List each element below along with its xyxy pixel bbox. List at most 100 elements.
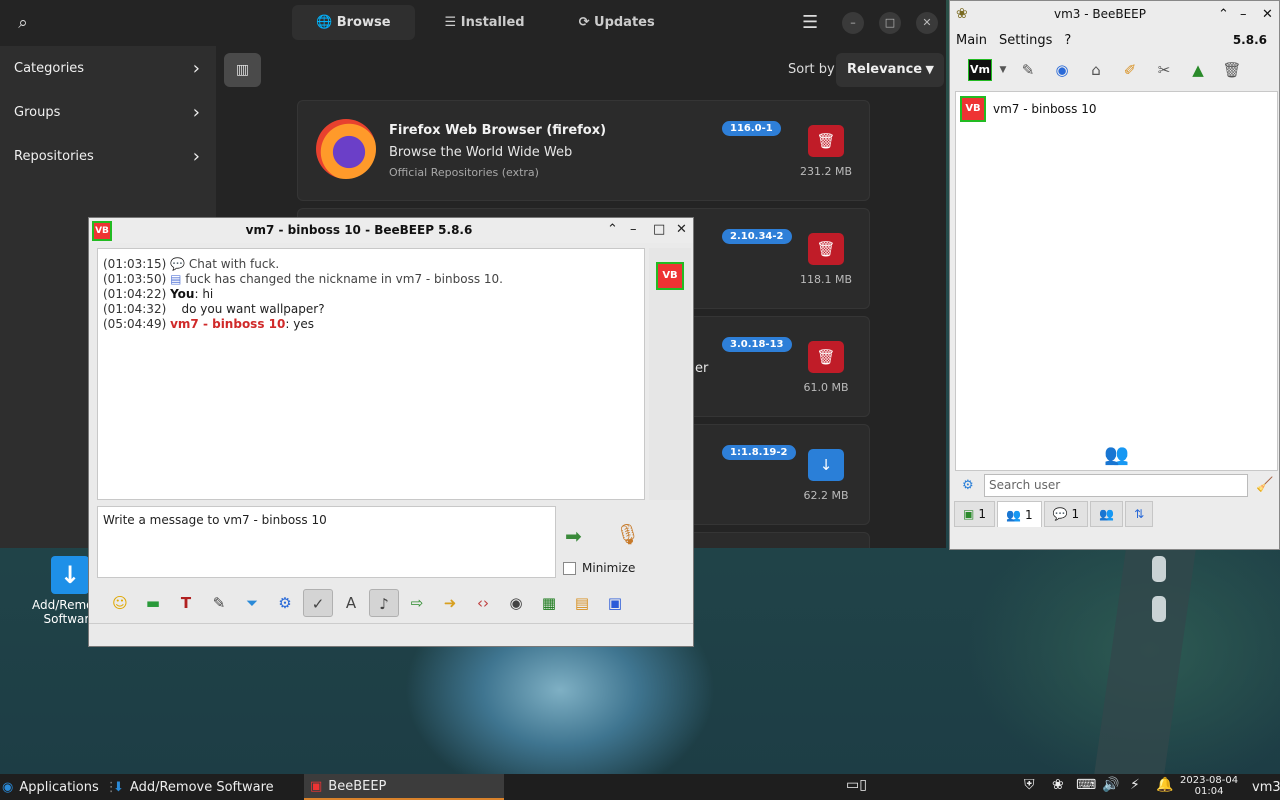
chat-log[interactable]: (01:03:15) 💬 Chat with fuck. (01:03:50) …	[97, 248, 645, 500]
install-button[interactable]: ↓	[808, 449, 844, 481]
send-file-icon[interactable]: ▬	[138, 589, 168, 617]
music-note-icon[interactable]: ♪	[369, 589, 399, 617]
code-icon[interactable]: ‹›	[468, 589, 498, 617]
camera-icon[interactable]: ◉	[501, 589, 531, 617]
message-input[interactable]: Write a message to vm7 - binboss 10	[97, 506, 556, 578]
view-tabs: 🌐 Browse ☰ Installed ⟳ Updates	[292, 5, 679, 40]
download-icon: ↓	[51, 556, 89, 594]
power-icon[interactable]: ⚡	[1130, 777, 1140, 793]
search-input[interactable]: Search user	[984, 474, 1248, 497]
gear-icon[interactable]: ⚙	[962, 478, 974, 493]
emoticon-icon[interactable]: ☺	[105, 589, 135, 617]
floppy-save-icon[interactable]: ▣	[600, 589, 630, 617]
user-name[interactable]: vm3	[1252, 774, 1280, 800]
wallpaper-lane	[1152, 556, 1166, 582]
trash-icon[interactable]: 🗑	[1218, 57, 1246, 83]
remove-button[interactable]: 🗑	[808, 341, 844, 373]
sidebar-toggle-icon[interactable]: ▥	[224, 53, 261, 87]
notification-bell-icon[interactable]: 🔔	[1156, 777, 1173, 793]
applications-menu[interactable]: ◉ Applications ⋮	[2, 774, 118, 800]
tab-files[interactable]: ⇅	[1125, 501, 1154, 527]
computer-icon: ▣	[963, 507, 975, 521]
message-text: Chat with fuck.	[188, 257, 280, 271]
save-chat-icon[interactable]: ⇨	[402, 589, 432, 617]
edit-profile-icon[interactable]: ✎	[1014, 57, 1042, 83]
close-button[interactable]: ✕	[916, 12, 938, 34]
remove-button[interactable]: 🗑	[808, 125, 844, 157]
chat-titlebar[interactable]: VB vm7 - binboss 10 - BeeBEEP 5.8.6 ⌃ – …	[89, 218, 693, 243]
minimize-button[interactable]: –	[630, 222, 637, 237]
maximize-button[interactable]: □	[879, 12, 901, 34]
send-icon[interactable]: ➡	[565, 524, 595, 548]
menu-main[interactable]: Main	[950, 33, 993, 48]
list-item[interactable]: VB vm7 - binboss 10	[960, 96, 1097, 122]
minimize-button[interactable]: –	[1240, 7, 1247, 22]
tab-browse[interactable]: 🌐 Browse	[292, 5, 415, 40]
clock[interactable]: 2023-08-04 01:04	[1180, 775, 1238, 797]
home-icon[interactable]: ⌂	[1082, 57, 1110, 83]
hamburger-menu-icon[interactable]: ☰	[802, 12, 818, 33]
share-icon[interactable]: ➜	[435, 589, 465, 617]
tools-icon[interactable]: ✂	[1150, 57, 1178, 83]
bee-icon[interactable]: ❀	[1052, 777, 1064, 793]
message-text: : hi	[194, 287, 214, 301]
remove-button[interactable]: 🗑	[808, 233, 844, 265]
chevron-up-icon[interactable]: ⌃	[607, 222, 618, 237]
status-vm-icon[interactable]: Vm	[968, 59, 992, 81]
avatar[interactable]: VB	[656, 262, 684, 290]
tab-installed[interactable]: ☰ Installed	[421, 5, 549, 40]
screenshot-icon[interactable]: ▦	[534, 589, 564, 617]
sort-dropdown[interactable]: Relevance ▼	[836, 53, 944, 87]
minimize-button[interactable]: –	[842, 12, 864, 34]
minimize-checkbox[interactable]: Minimize	[563, 561, 635, 575]
volume-icon[interactable]: 🔊	[1102, 777, 1119, 793]
search-icon[interactable]: ⌕	[10, 10, 36, 36]
menu-help[interactable]: ?	[1058, 33, 1077, 48]
version-badge: 2.10.34-2	[722, 229, 792, 244]
tab-label: Installed	[460, 15, 525, 30]
tab-users[interactable]: ▣ 1	[954, 501, 995, 527]
filter-icon[interactable]: ⏷	[237, 589, 267, 617]
maximize-button[interactable]: □	[653, 222, 665, 237]
message-sender: vm7 - binboss 10	[170, 317, 286, 331]
sidebar-item-categories[interactable]: Categories ›	[0, 46, 216, 90]
share-files-icon[interactable]: ▲	[1184, 57, 1212, 83]
tab-chats[interactable]: 💬 1	[1043, 501, 1089, 527]
notes-icon[interactable]: ▤	[567, 589, 597, 617]
close-button[interactable]: ✕	[1262, 7, 1273, 22]
package-repo: Official Repositories (extra)	[389, 166, 539, 179]
package-card[interactable]: Firefox Web Browser (firefox) Browse the…	[297, 100, 870, 201]
close-button[interactable]: ✕	[676, 222, 687, 237]
taskbar-item-software[interactable]: ⬇ Add/Remove Software	[109, 774, 278, 800]
applications-label: Applications	[19, 779, 99, 795]
shield-icon[interactable]: ⛨	[1024, 777, 1035, 793]
menu-settings[interactable]: Settings	[993, 33, 1058, 48]
beebeep-titlebar[interactable]: ❀ vm3 - BeeBEEP ⌃ – ✕	[950, 1, 1279, 29]
workspace-switcher-icon[interactable]: ▭▯	[846, 777, 867, 793]
taskbar-item-beebeep[interactable]: ▣ BeeBEEP	[304, 774, 504, 800]
font-icon[interactable]: T	[171, 589, 201, 617]
settings-icon[interactable]: ⚙	[270, 589, 300, 617]
chevron-down-icon[interactable]: ▼	[998, 57, 1008, 83]
beebeep-logo-icon: ▣	[310, 778, 323, 794]
tab-contacts[interactable]: 👥 1	[996, 501, 1042, 527]
spellcheck-icon[interactable]: ✓	[303, 589, 333, 617]
write-icon[interactable]: ✐	[1116, 57, 1144, 83]
checkbox[interactable]	[563, 561, 576, 575]
user-name: vm7 - binboss 10	[993, 102, 1097, 116]
color-icon[interactable]: ✎	[204, 589, 234, 617]
network-icon[interactable]: ◉	[1048, 57, 1076, 83]
chevron-up-icon[interactable]: ⌃	[1218, 7, 1229, 22]
sidebar-item-repositories[interactable]: Repositories ›	[0, 134, 216, 178]
package-description: Browse the World Wide Web	[389, 145, 573, 160]
wallpaper-road	[1094, 550, 1196, 774]
microphone-icon[interactable]: 🎙	[615, 522, 640, 552]
tab-groups[interactable]: 👥	[1090, 501, 1124, 527]
message-text: : yes	[285, 317, 314, 331]
users-icon: 👥	[1005, 507, 1021, 522]
sidebar-item-groups[interactable]: Groups ›	[0, 90, 216, 134]
clear-search-icon[interactable]: 🧹	[1256, 477, 1273, 493]
text-icon[interactable]: A	[336, 589, 366, 617]
tab-updates[interactable]: ⟳ Updates	[555, 5, 679, 40]
keyboard-icon[interactable]: ⌨	[1076, 777, 1096, 793]
